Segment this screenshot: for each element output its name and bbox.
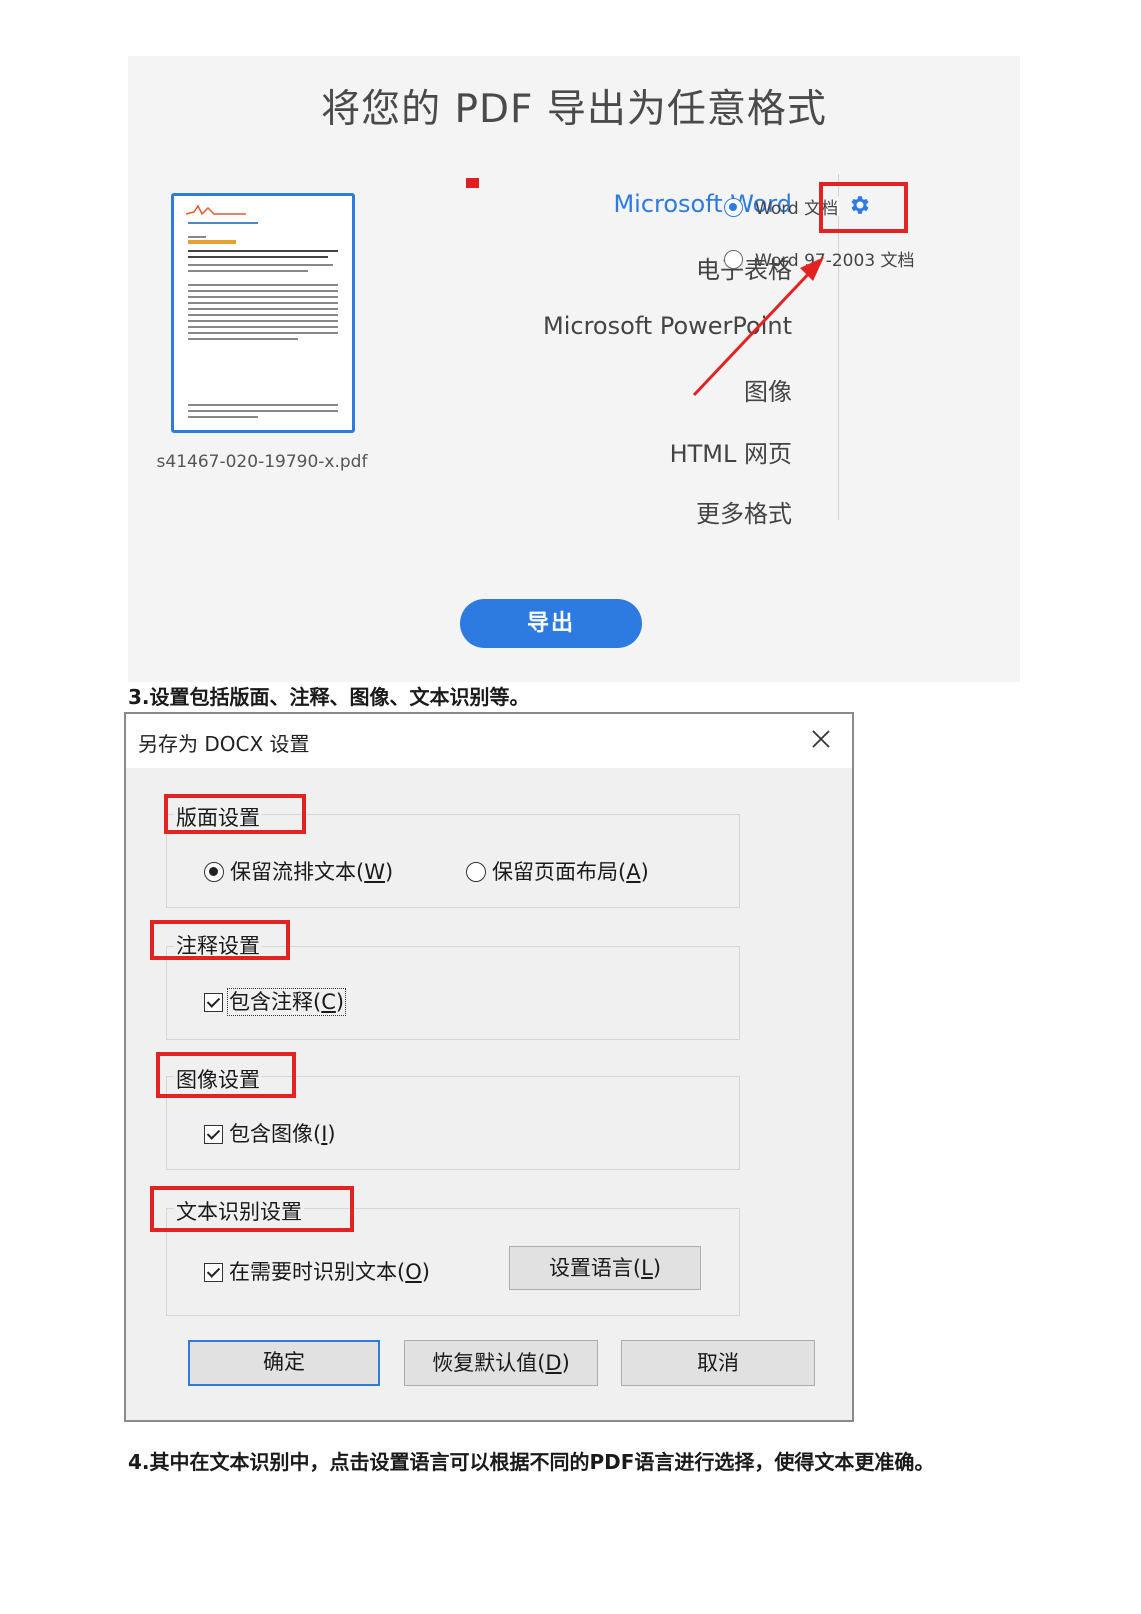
radio-unchecked-icon xyxy=(466,862,486,882)
export-panel: 将您的 PDF 导出为任意格式 s41467-020-19790-x.pdf M… xyxy=(128,56,1020,682)
step-3-caption: 3.设置包括版面、注释、图像、文本识别等。 xyxy=(128,685,530,709)
cancel-button[interactable]: 取消 xyxy=(621,1340,815,1386)
ocr-highlight-box xyxy=(150,1186,354,1232)
format-item-more[interactable]: 更多格式 xyxy=(696,494,792,529)
retain-page-layout-radio[interactable]: 保留页面布局(A) xyxy=(466,856,649,886)
pdf-file-name: s41467-020-19790-x.pdf xyxy=(156,452,368,472)
include-comments-checkbox[interactable]: 包含注释(C) xyxy=(204,986,347,1016)
include-images-checkbox[interactable]: 包含图像(I) xyxy=(204,1118,336,1148)
format-item-html[interactable]: HTML 网页 xyxy=(670,434,792,469)
recognize-text-checkbox[interactable]: 在需要时识别文本(O) xyxy=(204,1256,430,1286)
ok-button[interactable]: 确定 xyxy=(188,1340,380,1386)
comment-highlight-box xyxy=(150,920,290,960)
dialog-titlebar: 另存为 DOCX 设置 xyxy=(126,714,852,768)
radio-word-97-2003[interactable]: Word 97-2003 文档 xyxy=(724,246,915,271)
layout-highlight-box xyxy=(164,794,306,834)
step-4-caption: 4.其中在文本识别中，点击设置语言可以根据不同的PDF语言进行选择，使得文本更准… xyxy=(128,1450,935,1474)
image-highlight-box xyxy=(156,1052,296,1098)
checkbox-checked-icon xyxy=(204,993,223,1012)
retain-flowing-text-radio[interactable]: 保留流排文本(W) xyxy=(204,856,393,886)
checkbox-checked-icon xyxy=(204,1125,223,1144)
restore-defaults-button[interactable]: 恢复默认值(D) xyxy=(404,1340,598,1386)
red-marker xyxy=(466,178,479,188)
radio-checked-icon xyxy=(724,198,743,217)
export-title: 将您的 PDF 导出为任意格式 xyxy=(321,87,827,132)
export-button[interactable]: 导出 xyxy=(460,599,642,648)
dialog-title: 另存为 DOCX 设置 xyxy=(138,732,310,756)
format-item-powerpoint[interactable]: Microsoft PowerPoint xyxy=(543,312,792,340)
pdf-thumbnail[interactable] xyxy=(171,193,355,433)
docx-settings-dialog: 另存为 DOCX 设置 版面设置 保留流排文本(W) 保留页面布局(A) 注释设… xyxy=(124,712,854,1422)
radio-word-97-2003-label: Word 97-2003 文档 xyxy=(755,251,915,271)
radio-unchecked-icon xyxy=(724,250,743,269)
format-item-image[interactable]: 图像 xyxy=(744,372,792,407)
set-language-button[interactable]: 设置语言(L) xyxy=(509,1246,701,1290)
journal-logo-icon xyxy=(186,204,246,216)
gear-highlight-box xyxy=(819,182,908,233)
close-icon[interactable] xyxy=(804,722,838,756)
checkbox-checked-icon xyxy=(204,1263,223,1282)
radio-checked-icon xyxy=(204,862,224,882)
